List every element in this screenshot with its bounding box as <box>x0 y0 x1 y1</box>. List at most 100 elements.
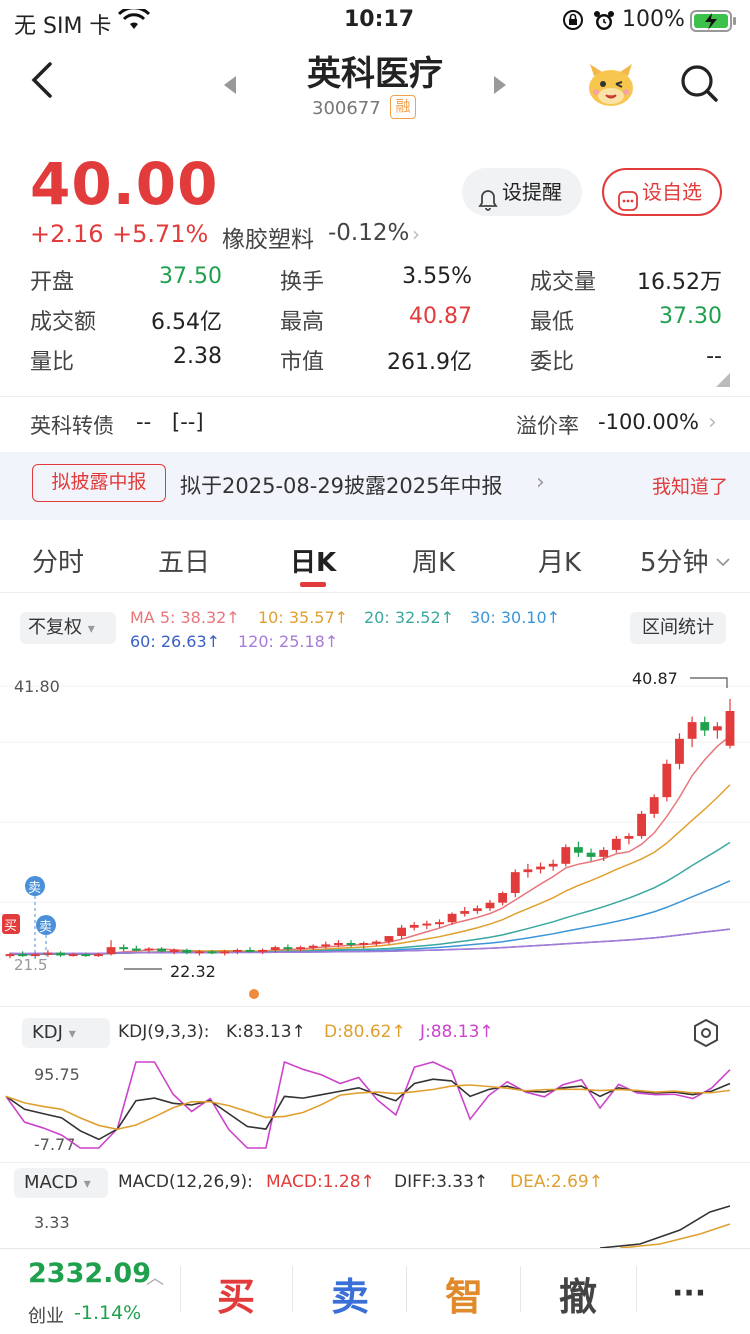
candle-body <box>662 763 672 798</box>
candle-body <box>586 852 596 857</box>
candle-body <box>675 738 684 764</box>
candle-body <box>574 847 583 853</box>
add-watchlist-button[interactable]: 设自选 <box>602 168 722 216</box>
kline-chart[interactable]: 41.80 40.87 22.32 21.5 卖 卖 买 <box>0 660 750 1006</box>
cancel-order-button[interactable]: 撤 <box>538 1266 618 1321</box>
chevron-down-icon[interactable] <box>716 552 730 571</box>
candle-body <box>409 924 419 928</box>
candle-body <box>220 951 230 954</box>
macd-chart[interactable]: 3.33 <box>0 1200 750 1248</box>
candle-body <box>106 947 116 955</box>
chevron-right-icon[interactable]: › <box>536 470 545 495</box>
stat-label: 市值 <box>280 350 325 375</box>
stat-value: 16.52万 <box>637 270 722 295</box>
search-icon[interactable] <box>680 64 720 108</box>
next-stock-button[interactable] <box>492 74 508 100</box>
stat-label: 开盘 <box>30 270 75 295</box>
candle-body <box>611 838 621 850</box>
kdj-j-value: J:88.13↑ <box>420 1022 494 1042</box>
chevron-right-icon[interactable]: › <box>708 410 717 435</box>
stock-name: 英科医疗 <box>307 54 443 94</box>
divider <box>0 592 750 593</box>
candle-body <box>68 954 78 957</box>
buy-marker-label: 买 <box>4 919 17 934</box>
candle-body <box>182 949 192 953</box>
candle-body <box>43 952 53 955</box>
stat-label: 委比 <box>530 350 575 375</box>
candle-body <box>94 954 103 957</box>
stat-label: 最低 <box>530 310 575 335</box>
divider <box>0 1006 750 1007</box>
add-watchlist-label: 设自选 <box>642 180 702 204</box>
candle-body <box>435 922 444 925</box>
expand-corner-icon[interactable] <box>716 372 730 391</box>
notice-text[interactable]: 拟于2025-08-29披露2025年中报 <box>180 470 503 500</box>
convertible-bond-label[interactable]: 英科转债 <box>30 410 114 440</box>
kdj-params: KDJ(9,3,3): <box>118 1022 210 1042</box>
ma10-label: 10: 35.57↑ <box>258 608 349 627</box>
buy-button[interactable]: 买 <box>196 1266 276 1321</box>
ma5-label: MA 5: 38.32↑ <box>130 608 240 627</box>
candle-body <box>283 947 293 950</box>
sector-name[interactable]: 橡胶塑料 <box>222 220 314 254</box>
sell-marker-label: 卖 <box>28 881 41 896</box>
last-price: 40.00 <box>30 150 219 218</box>
ma60-label: 60: 26.63↑ <box>130 632 221 651</box>
set-reminder-label: 设提醒 <box>502 180 562 204</box>
candle-body <box>712 726 722 731</box>
candle-body <box>700 722 710 731</box>
kdj-k-value: K:83.13↑ <box>226 1022 306 1042</box>
macd-indicator-select[interactable]: MACD ▾ <box>14 1168 108 1198</box>
tab-5min[interactable]: 5分钟 <box>640 542 709 579</box>
price-change: +2.16 <box>30 220 104 248</box>
chart-grid <box>0 685 750 903</box>
stat-label: 量比 <box>30 350 75 375</box>
smart-button[interactable]: 智 <box>424 1266 504 1321</box>
candle-body <box>144 948 154 951</box>
kdj-d-value: D:80.62↑ <box>324 1022 406 1042</box>
ma30-line <box>9 880 731 955</box>
divider <box>406 1266 407 1312</box>
kdj-indicator-select[interactable]: KDJ ▾ <box>22 1018 110 1048</box>
ma120-line <box>9 928 731 955</box>
candle-body <box>397 927 406 937</box>
kdj-top-label: 95.75 <box>34 1065 80 1084</box>
ma30-label: 30: 30.10↑ <box>470 608 561 627</box>
tab-five-day[interactable]: 五日 <box>158 542 210 579</box>
tab-intraday[interactable]: 分时 <box>32 542 84 579</box>
candle-body <box>624 836 634 839</box>
chevron-down-icon: ▾ <box>87 621 95 637</box>
candle-body <box>637 813 646 837</box>
candle-body <box>169 949 179 952</box>
settings-hex-icon[interactable] <box>692 1018 720 1052</box>
divider <box>0 1162 750 1163</box>
tab-daily-k[interactable]: 日K <box>290 542 336 579</box>
tab-monthly-k[interactable]: 月K <box>538 542 581 579</box>
stat-label: 成交量 <box>530 270 597 295</box>
range-stats-button[interactable]: 区间统计 <box>630 612 726 644</box>
ma20-line <box>9 841 731 956</box>
set-reminder-button[interactable]: 设提醒 <box>462 168 582 216</box>
tab-weekly-k[interactable]: 周K <box>412 542 455 579</box>
more-dots-icon <box>618 182 638 226</box>
chevron-up-icon[interactable]: ︿ <box>146 1264 164 1290</box>
dismiss-notice-button[interactable]: 我知道了 <box>652 472 728 499</box>
macd-dea-value: DEA:2.69↑ <box>510 1172 603 1192</box>
mascot-icon[interactable] <box>586 62 636 112</box>
sector-change[interactable]: -0.12% <box>328 220 409 246</box>
chevron-right-icon: › <box>412 222 420 246</box>
more-menu-button[interactable]: ··· <box>672 1276 706 1311</box>
sell-button[interactable]: 卖 <box>310 1266 390 1321</box>
candle-body <box>725 711 735 746</box>
kdj-chart[interactable]: 95.75 -7.77 <box>0 1050 750 1162</box>
stat-value: 6.54亿 <box>151 310 222 335</box>
candle-body <box>472 908 482 912</box>
candle-body <box>536 866 545 870</box>
macd-top-label: 3.33 <box>34 1213 70 1232</box>
index-value[interactable]: 2332.09 <box>28 1258 151 1289</box>
divider <box>180 1266 181 1312</box>
adjust-mode-select[interactable]: 不复权 ▾ <box>20 612 116 644</box>
stat-value: 261.9亿 <box>387 350 472 375</box>
chevron-down-icon: ▾ <box>68 1026 76 1042</box>
macd-params: MACD(12,26,9): <box>118 1172 253 1192</box>
